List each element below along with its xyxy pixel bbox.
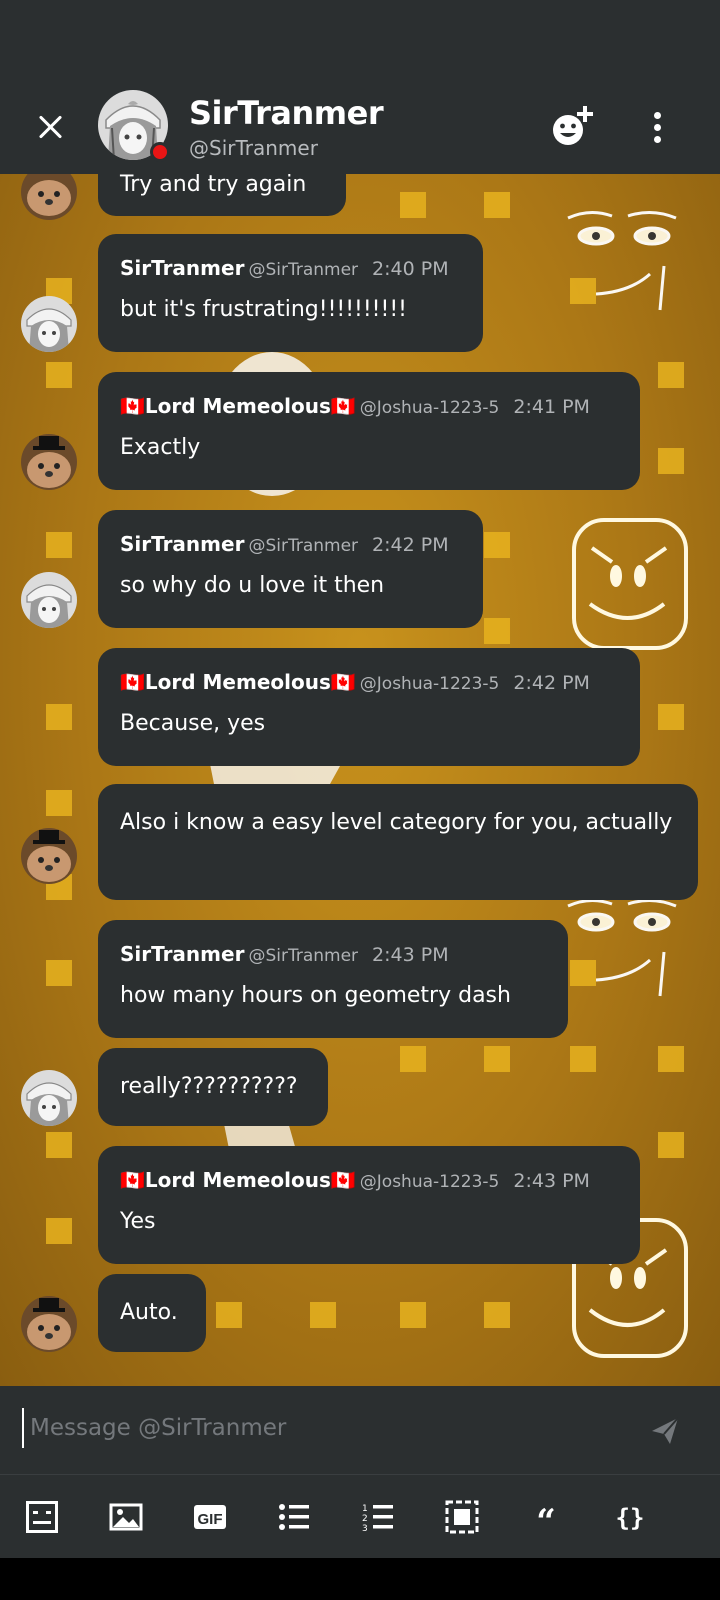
chat-title[interactable]: SirTranmer <box>189 94 384 132</box>
message-composer <box>0 1386 720 1474</box>
send-icon[interactable] <box>648 1414 682 1448</box>
background-square <box>400 1302 426 1328</box>
background-square <box>570 1046 596 1072</box>
message-text: really?????????? <box>120 1074 298 1099</box>
message-handle: @Joshua-1223-5 <box>359 674 500 694</box>
avatar-lord-memeolous[interactable] <box>21 434 77 490</box>
message-list[interactable]: Try and try again SirTranmer @SirTranmer 2… <box>0 174 720 1386</box>
message-handle: @Joshua-1223-5 <box>359 398 500 418</box>
background-square <box>658 448 684 474</box>
chat-header: SirTranmer @SirTranmer <box>0 82 720 174</box>
message-text: Because, yes <box>120 711 266 736</box>
message-input[interactable] <box>22 1408 602 1448</box>
background-square <box>484 1046 510 1072</box>
background-square <box>46 1132 72 1158</box>
svg-text:1: 1 <box>362 1504 368 1514</box>
formatting-toolbar: GIF 123 “ {} <box>0 1474 720 1558</box>
message-bubble[interactable]: Also i know a easy level category for yo… <box>98 784 698 900</box>
background-square <box>400 192 426 218</box>
background-square <box>658 1132 684 1158</box>
background-square <box>46 960 72 986</box>
message-text: Yes <box>120 1209 156 1234</box>
status-bar <box>0 0 720 82</box>
message-text: how many hours on geometry dash <box>120 983 511 1008</box>
message-handle: @Joshua-1223-5 <box>359 1172 500 1192</box>
gif-label: GIF <box>198 1511 223 1528</box>
message-bubble[interactable]: 🇨🇦Lord Memeolous🇨🇦 @Joshua-1223-5 2:43 PM … <box>98 1146 640 1264</box>
svg-text:2: 2 <box>362 1514 368 1524</box>
background-square <box>216 1302 242 1328</box>
background-square <box>400 1046 426 1072</box>
more-vertical-icon[interactable] <box>640 108 674 148</box>
gif-icon[interactable]: GIF <box>190 1497 230 1537</box>
code-block-icon[interactable]: {} <box>610 1497 650 1537</box>
message-time: 2:42 PM <box>513 672 590 694</box>
message-text: but it's frustrating!!!!!!!!!! <box>120 297 407 322</box>
message-time: 2:43 PM <box>372 944 449 966</box>
code-label: {} <box>616 1504 645 1532</box>
add-friend-icon[interactable] <box>550 104 596 150</box>
message-handle: @SirTranmer <box>248 946 359 966</box>
numbered-list-icon[interactable]: 123 <box>358 1497 398 1537</box>
message-bubble[interactable]: Try and try again <box>98 174 346 216</box>
quote-icon[interactable]: “ <box>526 1497 566 1542</box>
background-square <box>484 1302 510 1328</box>
background-square <box>484 618 510 644</box>
avatar-sirtranmer[interactable] <box>21 1070 77 1126</box>
message-bubble[interactable]: Auto. <box>98 1274 206 1352</box>
background-square <box>570 960 596 986</box>
message-author[interactable]: SirTranmer <box>120 532 244 556</box>
message-author[interactable]: SirTranmer <box>120 942 244 966</box>
avatar-sirtranmer[interactable] <box>21 572 77 628</box>
system-navigation-bar <box>0 1558 720 1600</box>
background-square <box>484 532 510 558</box>
message-bubble[interactable]: really?????????? <box>98 1048 328 1126</box>
emoji-icon[interactable] <box>22 1497 62 1537</box>
background-square <box>658 704 684 730</box>
chat-handle: @SirTranmer <box>189 136 318 160</box>
background-square <box>46 532 72 558</box>
svg-text:3: 3 <box>362 1524 368 1534</box>
message-author[interactable]: 🇨🇦Lord Memeolous🇨🇦 <box>120 1168 356 1192</box>
background-square <box>658 1046 684 1072</box>
message-author[interactable]: 🇨🇦Lord Memeolous🇨🇦 <box>120 670 356 694</box>
image-icon[interactable] <box>106 1497 146 1537</box>
message-time: 2:40 PM <box>372 258 449 280</box>
message-time: 2:42 PM <box>372 534 449 556</box>
background-square <box>46 790 72 816</box>
message-handle: @SirTranmer <box>248 260 359 280</box>
message-bubble[interactable]: 🇨🇦Lord Memeolous🇨🇦 @Joshua-1223-5 2:42 PM … <box>98 648 640 766</box>
background-square <box>310 1302 336 1328</box>
bulleted-list-icon[interactable] <box>274 1497 314 1537</box>
background-square <box>46 362 72 388</box>
online-status-icon <box>150 142 170 162</box>
message-time: 2:41 PM <box>513 396 590 418</box>
message-text: so why do u love it then <box>120 573 385 598</box>
close-icon[interactable] <box>30 108 70 148</box>
background-square <box>46 704 72 730</box>
message-bubble[interactable]: SirTranmer @SirTranmer 2:40 PM but it's fr… <box>98 234 483 352</box>
message-bubble[interactable]: 🇨🇦Lord Memeolous🇨🇦 @Joshua-1223-5 2:41 PM … <box>98 372 640 490</box>
message-time: 2:43 PM <box>513 1170 590 1192</box>
message-author[interactable]: SirTranmer <box>120 256 244 280</box>
quote-label: “ <box>536 1502 556 1537</box>
avatar-lord-memeolous[interactable] <box>21 828 77 884</box>
background-square <box>484 192 510 218</box>
avatar-lord-memeolous[interactable] <box>21 1296 77 1352</box>
message-handle: @SirTranmer <box>248 536 359 556</box>
avatar-sirtranmer[interactable] <box>21 296 77 352</box>
background-square <box>570 278 596 304</box>
background-square <box>658 362 684 388</box>
message-text: Auto. <box>120 1300 178 1325</box>
message-text: Exactly <box>120 435 201 460</box>
message-text: Try and try again <box>120 174 307 197</box>
message-bubble[interactable]: SirTranmer @SirTranmer 2:43 PM how many ho… <box>98 920 568 1038</box>
message-text: Also i know a easy level category for yo… <box>120 810 673 835</box>
spoiler-icon[interactable] <box>442 1497 482 1537</box>
message-bubble[interactable]: SirTranmer @SirTranmer 2:42 PM so why do u… <box>98 510 483 628</box>
background-square <box>46 1218 72 1244</box>
message-author[interactable]: 🇨🇦Lord Memeolous🇨🇦 <box>120 394 356 418</box>
